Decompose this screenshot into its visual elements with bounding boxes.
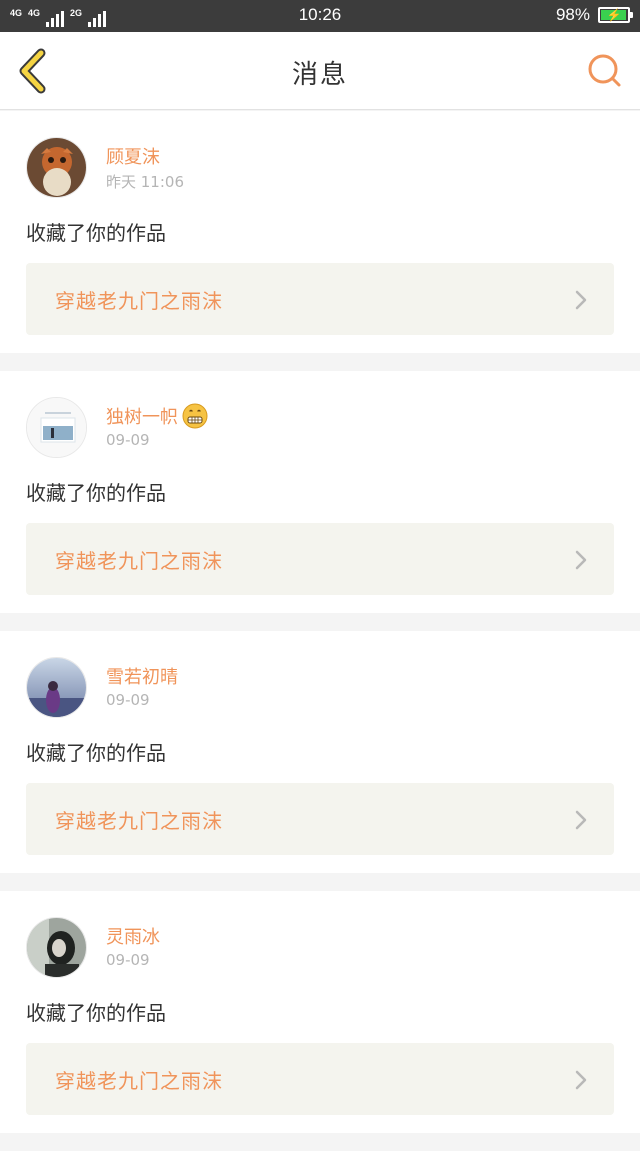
chevron-right-icon xyxy=(575,810,587,830)
message-card: 独树一帜 09-09 收藏了你的作品 穿越老九门之雨沫 xyxy=(0,371,640,613)
timestamp: 09-09 xyxy=(106,691,150,709)
avatar[interactable] xyxy=(26,917,87,978)
status-bar: 4G 4G 2G 10:26 98% ⚡ xyxy=(0,0,640,32)
battery-percent: 98% xyxy=(555,5,590,24)
avatar[interactable] xyxy=(26,397,87,458)
work-link[interactable]: 穿越老九门之雨沫 xyxy=(26,1043,614,1115)
nav-header: 消息 xyxy=(0,32,640,110)
status-time: 10:26 xyxy=(298,5,342,24)
grimace-emoji-icon xyxy=(182,403,208,429)
message-card: 灵雨冰 09-09 收藏了你的作品 穿越老九门之雨沫 xyxy=(0,891,640,1133)
timestamp: 09-09 xyxy=(106,951,150,969)
chevron-right-icon xyxy=(575,290,587,310)
avatar[interactable] xyxy=(26,657,87,718)
action-text: 收藏了你的作品 xyxy=(26,741,166,765)
avatar[interactable] xyxy=(26,137,87,198)
work-title: 穿越老九门之雨沫 xyxy=(55,809,223,833)
battery-icon: ⚡ xyxy=(598,7,633,23)
work-title: 穿越老九门之雨沫 xyxy=(55,549,223,573)
work-link[interactable]: 穿越老九门之雨沫 xyxy=(26,783,614,855)
username[interactable]: 顾夏沫 xyxy=(106,143,160,169)
work-title: 穿越老九门之雨沫 xyxy=(55,1069,223,1093)
work-link[interactable]: 穿越老九门之雨沫 xyxy=(26,523,614,595)
timestamp: 09-09 xyxy=(106,431,150,449)
search-icon xyxy=(588,54,621,87)
message-card: 顾夏沫 昨天 11:06 收藏了你的作品 穿越老九门之雨沫 xyxy=(0,111,640,353)
search-button[interactable] xyxy=(586,52,624,90)
action-text: 收藏了你的作品 xyxy=(26,221,166,245)
work-link[interactable]: 穿越老九门之雨沫 xyxy=(26,263,614,335)
page-title: 消息 xyxy=(291,60,348,90)
username[interactable]: 雪若初晴 xyxy=(106,663,178,689)
action-text: 收藏了你的作品 xyxy=(26,481,166,505)
message-card: 雪若初晴 09-09 收藏了你的作品 穿越老九门之雨沫 xyxy=(0,631,640,873)
work-title: 穿越老九门之雨沫 xyxy=(55,289,223,313)
username[interactable]: 独树一帜 xyxy=(106,403,178,429)
chevron-right-icon xyxy=(575,1070,587,1090)
username[interactable]: 灵雨冰 xyxy=(106,923,160,949)
chevron-right-icon xyxy=(575,550,587,570)
message-list: 顾夏沫 昨天 11:06 收藏了你的作品 穿越老九门之雨沫 独树一帜 09-09… xyxy=(0,111,640,1151)
action-text: 收藏了你的作品 xyxy=(26,1001,166,1025)
timestamp: 昨天 11:06 xyxy=(106,173,184,191)
